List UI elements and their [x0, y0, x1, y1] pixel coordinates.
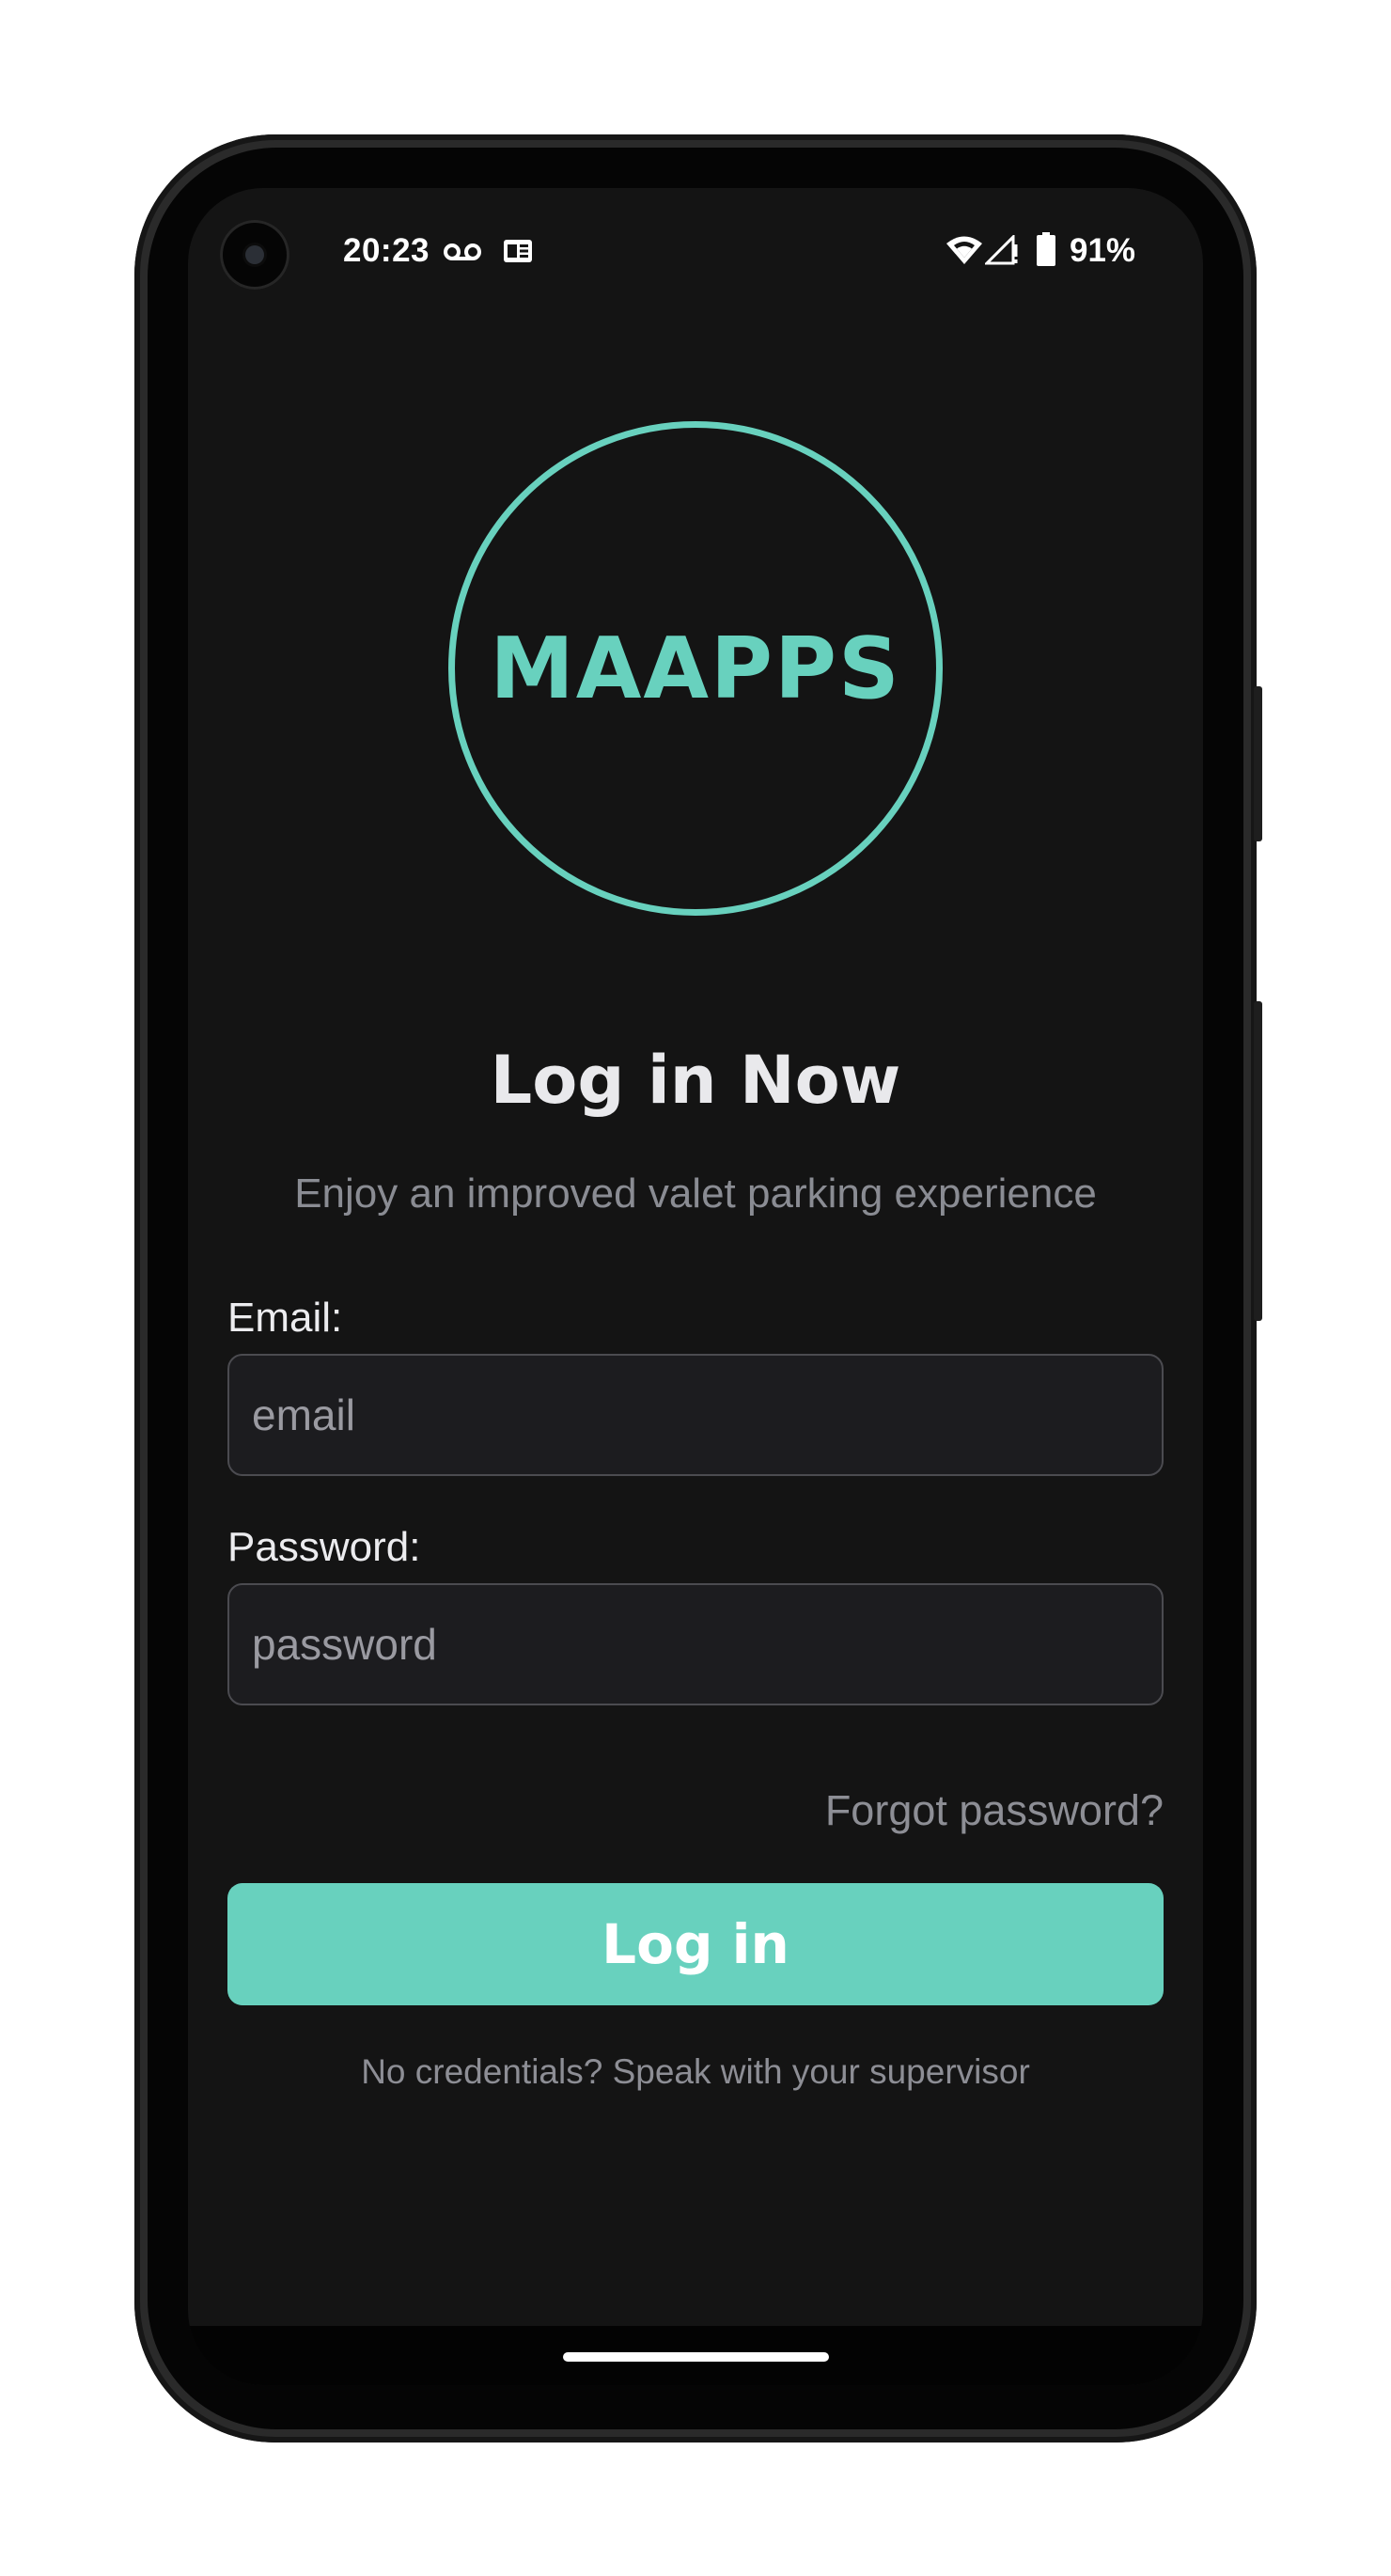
battery-percentage: 91%	[1070, 232, 1136, 269]
brand-logo: MAAPPS	[448, 421, 943, 916]
wifi-icon	[946, 236, 982, 264]
email-label: Email:	[227, 1295, 343, 1341]
logo-text: MAAPPS	[490, 619, 901, 718]
battery-icon	[1037, 232, 1055, 266]
no-credentials-note: No credentials? Speak with your supervis…	[361, 2052, 1030, 2091]
email-field[interactable]	[227, 1354, 1164, 1476]
password-label: Password:	[227, 1524, 421, 1570]
gesture-nav-bar	[188, 2326, 1203, 2385]
password-field[interactable]	[227, 1583, 1164, 1705]
news-card-icon	[504, 240, 532, 262]
page-title: Log in Now	[490, 1042, 901, 1119]
status-bar: 20:23 91%	[188, 188, 1203, 320]
cell-signal-icon	[985, 235, 1018, 265]
status-time: 20:23	[343, 232, 430, 269]
page-subtitle: Enjoy an improved valet parking experien…	[294, 1170, 1097, 1217]
home-indicator[interactable]	[563, 2352, 829, 2362]
voicemail-icon	[444, 243, 481, 260]
volume-button	[1254, 1001, 1262, 1321]
login-button[interactable]: Log in	[227, 1883, 1164, 2005]
power-button	[1254, 686, 1262, 841]
app-screen: 20:23 91% MAAPPS Log in Now Enjoy an imp…	[188, 188, 1203, 2385]
forgot-password-link[interactable]: Forgot password?	[825, 1786, 1164, 1835]
